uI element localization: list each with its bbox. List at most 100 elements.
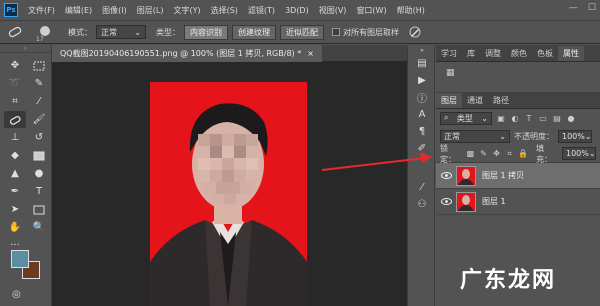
layer-row[interactable]: 图层 1 [436,189,600,215]
tab-libraries[interactable]: 库 [462,46,480,61]
pressure-button[interactable] [409,26,421,38]
search-icon: ⌕ [444,113,449,122]
layer-filter-row: ⌕ 类型 ⌄ ▣ ◐ T ▭ ▤ ● [436,109,600,127]
mode-select[interactable]: 正常 ⌄ [96,25,146,39]
fill-input[interactable]: 100% ⌄ [562,147,596,160]
menu-window[interactable]: 窗口(W) [351,5,391,16]
clone-source-panel-icon[interactable]: ⚇ [408,196,436,213]
window-controls: — ☐ [569,3,596,13]
tab-paths[interactable]: 路径 [488,93,514,108]
visibility-eye-icon[interactable] [436,172,456,179]
quick-mask-icon[interactable]: ◎ [12,289,21,300]
glyphs-panel-icon[interactable]: ✐ [408,140,436,157]
pen-tool-icon[interactable]: ✒ [4,183,26,200]
filter-type-icon[interactable]: T [524,114,534,123]
menu-image[interactable]: 图像(I) [97,5,132,16]
zoom-tool-icon[interactable]: 🔍 [28,219,50,236]
menu-help[interactable]: 帮助(H) [392,5,430,16]
filter-smart-icon[interactable]: ▤ [552,114,562,123]
filter-adjustment-icon[interactable]: ◐ [510,114,520,123]
info-panel-icon[interactable]: ⓘ [408,89,436,106]
filter-shape-icon[interactable]: ▭ [538,114,548,123]
sample-all-label: 对所有图层取样 [343,27,399,37]
lock-artboard-icon[interactable]: ⌗ [505,149,514,159]
layer-thumbnail [456,165,476,186]
paragraph-panel-icon[interactable]: ¶ [408,123,436,140]
menu-edit[interactable]: 编辑(E) [60,5,97,16]
tab-swatches[interactable]: 色板 [532,46,558,61]
tab-layers[interactable]: 图层 [436,93,462,108]
close-icon[interactable]: × [307,49,314,58]
eyedropper-tool-icon[interactable]: ⁄ [28,93,50,110]
menu-filter[interactable]: 滤镜(T) [243,5,280,16]
blur-tool-icon[interactable]: ▲ [4,165,26,182]
layer-row[interactable]: 图层 1 拷贝 [436,163,600,189]
lock-position-icon[interactable]: ✥ [492,149,501,158]
filter-toggle-icon[interactable]: ● [566,114,576,123]
menu-type[interactable]: 文字(Y) [168,5,205,16]
menu-select[interactable]: 选择(S) [206,5,243,16]
lock-pixels-icon[interactable]: ✎ [479,149,488,158]
photoshop-logo: Ps [4,3,18,17]
visibility-eye-icon[interactable] [436,198,456,205]
history-panel-icon[interactable]: ▤ [408,55,436,72]
hand-tool-icon[interactable]: ✋ [4,219,26,236]
maximize-icon[interactable]: ☐ [588,3,596,13]
layer-name[interactable]: 图层 1 [482,196,506,207]
color-swatches [11,250,45,284]
opacity-input[interactable]: 100% ⌄ [558,129,592,143]
quick-select-tool-icon[interactable]: ✎ [28,75,50,92]
marquee-tool-icon[interactable] [28,57,50,74]
menu-3d[interactable]: 3D(D) [280,6,314,15]
tab-channels[interactable]: 通道 [462,93,488,108]
bandage-icon [8,26,22,38]
mode-label: 模式： [68,27,92,37]
lasso-tool-icon[interactable]: ➰ [4,75,26,92]
layer-name[interactable]: 图层 1 拷贝 [482,170,524,181]
menu-view[interactable]: 视图(V) [314,5,352,16]
type-tool-icon[interactable]: T [28,183,50,200]
eraser-tool-icon[interactable]: ◆ [4,147,26,164]
move-tool-icon[interactable]: ✥ [4,57,26,74]
actions-panel-icon[interactable]: ▶ [408,72,436,89]
toolbox-grip[interactable]: » [0,45,51,53]
healing-brush-tool-icon[interactable] [4,111,26,128]
document-tab-bar: QQ截图20190406190551.png @ 100% (图层 1 拷贝, … [52,44,407,62]
minimize-icon[interactable]: — [569,3,578,13]
lock-label: 锁定： [440,143,456,164]
history-brush-tool-icon[interactable]: ↺ [28,129,50,146]
lock-transparent-icon[interactable]: ▩ [466,149,475,158]
character-panel-icon[interactable]: A [408,106,436,123]
proximity-match-button[interactable]: 近似匹配 [280,24,324,40]
brush-tool-icon[interactable]: 🖌 [28,111,50,128]
tab-adjustments[interactable]: 调整 [480,46,506,61]
clone-stamp-tool-icon[interactable]: ⊥ [4,129,26,146]
create-texture-button[interactable]: 创建纹理 [232,24,276,40]
panel-grip-icon[interactable]: » [408,45,436,55]
path-select-tool-icon[interactable]: ➤ [4,201,26,218]
document-canvas[interactable] [52,62,407,306]
tool-preset-picker[interactable] [6,24,24,40]
menu-file[interactable]: 文件(F) [23,5,60,16]
fill-label: 填充： [536,143,553,164]
gradient-tool-icon[interactable] [28,147,50,164]
document-tab[interactable]: QQ截图20190406190551.png @ 100% (图层 1 拷贝, … [52,44,322,62]
layer-filter-select[interactable]: ⌕ 类型 ⌄ [440,111,492,125]
brush-preset-picker[interactable]: 17 [32,23,58,43]
blend-mode-select[interactable]: 正常 ⌄ [440,129,510,143]
filter-pixel-icon[interactable]: ▣ [496,114,506,123]
brush-settings-panel-icon[interactable]: ⁄ [408,179,436,196]
crop-tool-icon[interactable]: ⌗ [4,93,26,110]
content-aware-button[interactable]: 内容识别 [184,24,228,40]
tab-properties[interactable]: 属性 [558,46,584,61]
foreground-color-swatch[interactable] [11,250,29,268]
tool-grid: ✥ ➰ ✎ ⌗ ⁄ 🖌 ⊥ ↺ ◆ ▲ ● ✒ T ➤ ✋ 🔍 ··· [0,53,51,254]
checkbox-box[interactable] [332,28,340,36]
dodge-tool-icon[interactable]: ● [28,165,50,182]
tab-learn[interactable]: 学习 [436,46,462,61]
tab-color[interactable]: 颜色 [506,46,532,61]
lock-all-icon[interactable]: 🔒 [518,149,528,158]
rectangle-tool-icon[interactable] [28,201,50,218]
menu-layer[interactable]: 图层(L) [132,5,169,16]
sample-all-layers-checkbox[interactable]: 对所有图层取样 [332,27,399,38]
